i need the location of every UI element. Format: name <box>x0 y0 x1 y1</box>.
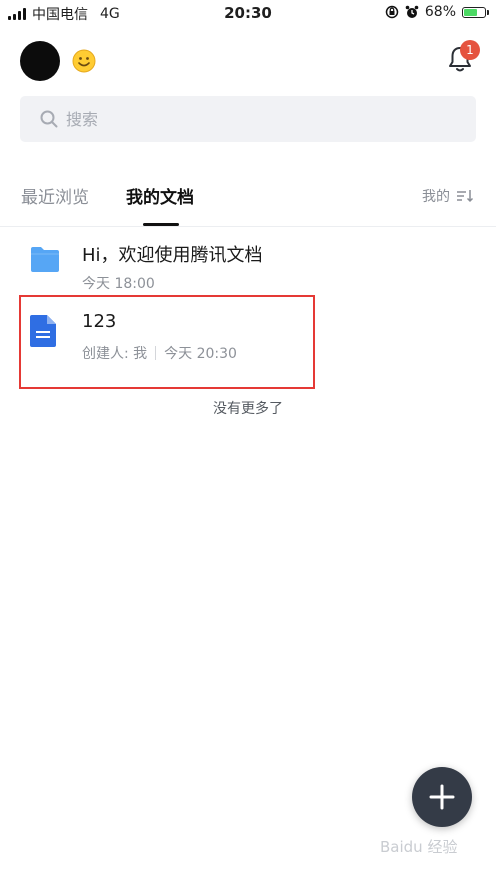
document-title: 123 <box>82 311 117 332</box>
tab-my-documents[interactable]: 我的文档 <box>126 183 194 208</box>
document-time: 今天 20:30 <box>164 346 237 362</box>
meta-divider <box>155 346 157 360</box>
orientation-lock-icon <box>385 5 399 19</box>
document-time: 今天 18:00 <box>82 276 155 292</box>
document-meta: 今天 18:00 <box>82 273 155 293</box>
document-title: Hi，欢迎使用腾讯文档 <box>82 245 263 266</box>
document-creator: 创建人: 我 <box>82 346 148 362</box>
add-document-button[interactable] <box>412 767 472 827</box>
watermark: Baidu 经验 <box>380 838 458 856</box>
battery-icon <box>462 6 489 18</box>
plus-icon <box>429 784 455 810</box>
avatar[interactable] <box>20 41 60 81</box>
search-icon <box>40 110 58 128</box>
status-bar: 中国电信 4G 20:30 68% <box>0 0 496 26</box>
search-input[interactable] <box>66 96 446 142</box>
active-tab-indicator <box>143 223 179 226</box>
doc-icon <box>30 315 56 347</box>
sort-icon <box>457 190 474 203</box>
tab-recent[interactable]: 最近浏览 <box>21 183 89 208</box>
list-item[interactable]: Hi，欢迎使用腾讯文档 今天 18:00 <box>0 233 496 303</box>
alarm-icon <box>405 5 419 18</box>
status-right: 68% <box>385 4 489 20</box>
folder-icon <box>31 247 59 272</box>
list-item[interactable]: 123 创建人: 我 今天 20:30 <box>0 303 496 373</box>
sort-label: 我的 <box>422 189 450 205</box>
smiley-emoji-icon[interactable] <box>72 49 96 73</box>
search-bar[interactable] <box>20 96 476 142</box>
notification-badge: 1 <box>460 40 480 60</box>
list-end-text: 没有更多了 <box>213 401 283 417</box>
tab-bar: 最近浏览 我的文档 我的 <box>0 170 496 227</box>
battery-percent: 68% <box>424 4 456 20</box>
sort-button[interactable]: 我的 <box>422 186 474 206</box>
document-meta: 创建人: 我 今天 20:30 <box>82 343 237 363</box>
